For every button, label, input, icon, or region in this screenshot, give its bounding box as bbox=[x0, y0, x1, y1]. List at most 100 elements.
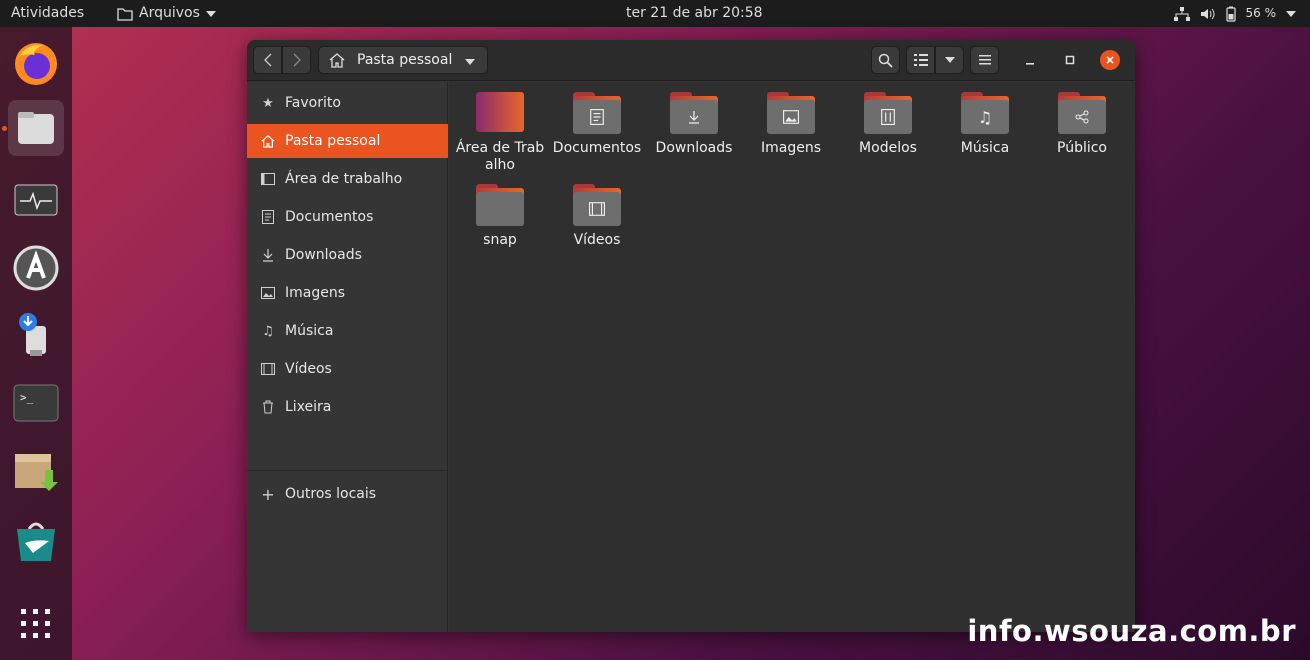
sidebar-item-label: Imagens bbox=[285, 285, 346, 301]
image-icon bbox=[261, 286, 275, 300]
chevron-right-icon bbox=[293, 53, 301, 67]
sidebar-item-musica[interactable]: ♫ Música bbox=[247, 314, 448, 348]
sidebar-item-pasta-pessoal[interactable]: Pasta pessoal bbox=[247, 124, 448, 158]
sidebar-item-outros-locais[interactable]: + Outros locais bbox=[247, 477, 448, 511]
minimize-button[interactable] bbox=[1020, 50, 1040, 70]
video-icon bbox=[261, 362, 275, 376]
folder-item[interactable]: Documentos bbox=[552, 92, 642, 157]
maximize-button[interactable] bbox=[1060, 50, 1080, 70]
path-label: Pasta pessoal bbox=[357, 52, 453, 68]
downloads-folder-icon bbox=[670, 92, 718, 134]
svg-text:>_: >_ bbox=[20, 391, 34, 404]
firefox-icon[interactable] bbox=[8, 36, 64, 92]
folder-item[interactable]: ♫ Música bbox=[940, 92, 1030, 157]
forward-button[interactable] bbox=[282, 46, 311, 74]
package-installer-icon[interactable] bbox=[8, 443, 64, 499]
file-manager-window: Pasta pessoal ★ Favorito Pasta pessoal Á… bbox=[247, 40, 1135, 632]
file-view: Área de Trabalho Documentos Downloads Im… bbox=[449, 82, 1135, 632]
folder-label: Área de Trabalho bbox=[455, 140, 545, 173]
documents-folder-icon bbox=[573, 92, 621, 134]
folder-label: Vídeos bbox=[573, 232, 621, 248]
view-options-button[interactable] bbox=[935, 46, 964, 74]
folder-label: Imagens bbox=[760, 140, 821, 156]
folder-item[interactable]: snap bbox=[455, 184, 545, 249]
music-icon: ♫ bbox=[262, 323, 274, 339]
home-icon bbox=[261, 134, 275, 148]
sidebar-item-label: Área de trabalho bbox=[285, 171, 403, 187]
desktop-folder-icon bbox=[476, 92, 524, 134]
public-folder-icon bbox=[1058, 92, 1106, 134]
search-button[interactable] bbox=[871, 46, 900, 74]
templates-folder-icon bbox=[864, 92, 912, 134]
trash-icon bbox=[261, 400, 275, 414]
software-center-icon[interactable] bbox=[8, 240, 64, 296]
top-bar: Atividades Arquivos ter 21 de abr 20:58 … bbox=[0, 0, 1310, 27]
path-bar-button[interactable]: Pasta pessoal bbox=[318, 46, 488, 74]
folder-item[interactable]: Downloads bbox=[649, 92, 739, 157]
show-apps-icon[interactable] bbox=[8, 596, 64, 652]
sidebar-item-documentos[interactable]: Documentos bbox=[247, 200, 448, 234]
folder-icon bbox=[476, 184, 524, 226]
list-view-icon bbox=[913, 54, 928, 66]
activities-button[interactable]: Atividades bbox=[11, 0, 84, 27]
images-folder-icon bbox=[767, 92, 815, 134]
folder-label: Música bbox=[960, 140, 1010, 156]
folder-item[interactable]: Vídeos bbox=[552, 184, 642, 249]
close-icon bbox=[1106, 56, 1114, 64]
sidebar-item-label: Documentos bbox=[285, 209, 374, 225]
folder-item[interactable]: Área de Trabalho bbox=[455, 92, 545, 174]
sidebar-item-favorito[interactable]: ★ Favorito bbox=[247, 86, 448, 120]
battery-icon bbox=[1225, 6, 1236, 22]
sidebar-item-label: Pasta pessoal bbox=[285, 133, 381, 149]
header-bar: Pasta pessoal bbox=[247, 40, 1135, 81]
files-icon[interactable] bbox=[8, 100, 64, 156]
sidebar-item-label: Vídeos bbox=[285, 361, 332, 377]
folder-label: Downloads bbox=[655, 140, 733, 156]
back-button[interactable] bbox=[253, 46, 282, 74]
maximize-icon bbox=[1065, 55, 1075, 65]
view-toggle-button[interactable] bbox=[906, 46, 935, 74]
folder-item[interactable]: Público bbox=[1037, 92, 1127, 157]
chevron-down-icon bbox=[944, 57, 955, 63]
sidebar-item-videos[interactable]: Vídeos bbox=[247, 352, 448, 386]
chevron-down-icon bbox=[465, 59, 475, 65]
battery-percentage: 56 % bbox=[1245, 6, 1277, 20]
minimize-icon bbox=[1026, 63, 1034, 65]
folder-label: snap bbox=[483, 232, 517, 248]
folder-label: Documentos bbox=[552, 140, 642, 156]
chevron-left-icon bbox=[263, 53, 271, 67]
sidebar: ★ Favorito Pasta pessoal Área de trabalh… bbox=[247, 82, 448, 632]
sidebar-item-label: Música bbox=[285, 323, 334, 339]
folder-icon bbox=[117, 7, 133, 21]
star-icon: ★ bbox=[262, 95, 274, 111]
sidebar-item-downloads[interactable]: Downloads bbox=[247, 238, 448, 272]
watermark: info.wsouza.com.br bbox=[967, 614, 1296, 648]
sidebar-item-imagens[interactable]: Imagens bbox=[247, 276, 448, 310]
chevron-down-icon bbox=[205, 10, 216, 17]
search-icon bbox=[878, 53, 893, 68]
plus-icon: + bbox=[261, 484, 275, 504]
sidebar-item-label: Outros locais bbox=[285, 486, 377, 502]
clock[interactable]: ter 21 de abr 20:58 bbox=[626, 0, 763, 27]
store-icon[interactable] bbox=[8, 514, 64, 570]
menu-button[interactable] bbox=[970, 46, 999, 74]
sidebar-item-label: Favorito bbox=[285, 95, 341, 111]
folder-item[interactable]: Imagens bbox=[746, 92, 836, 157]
system-monitor-icon[interactable] bbox=[8, 174, 64, 230]
sidebar-item-lixeira[interactable]: Lixeira bbox=[247, 390, 448, 424]
videos-folder-icon bbox=[573, 184, 621, 226]
sidebar-item-label: Lixeira bbox=[285, 399, 332, 415]
folder-item[interactable]: Modelos bbox=[843, 92, 933, 157]
sidebar-item-area-de-trabalho[interactable]: Área de trabalho bbox=[247, 162, 448, 196]
usb-creator-icon[interactable] bbox=[8, 307, 64, 363]
download-icon bbox=[261, 248, 275, 262]
system-status-menu[interactable]: 56 % bbox=[1173, 0, 1296, 27]
terminal-icon[interactable]: >_ bbox=[8, 375, 64, 431]
close-button[interactable] bbox=[1100, 50, 1120, 70]
document-icon bbox=[261, 210, 275, 224]
app-menu[interactable]: Arquivos bbox=[117, 0, 216, 27]
network-icon bbox=[1173, 6, 1190, 21]
volume-icon bbox=[1200, 8, 1214, 19]
app-menu-label: Arquivos bbox=[139, 5, 200, 21]
sidebar-item-label: Downloads bbox=[285, 247, 362, 263]
